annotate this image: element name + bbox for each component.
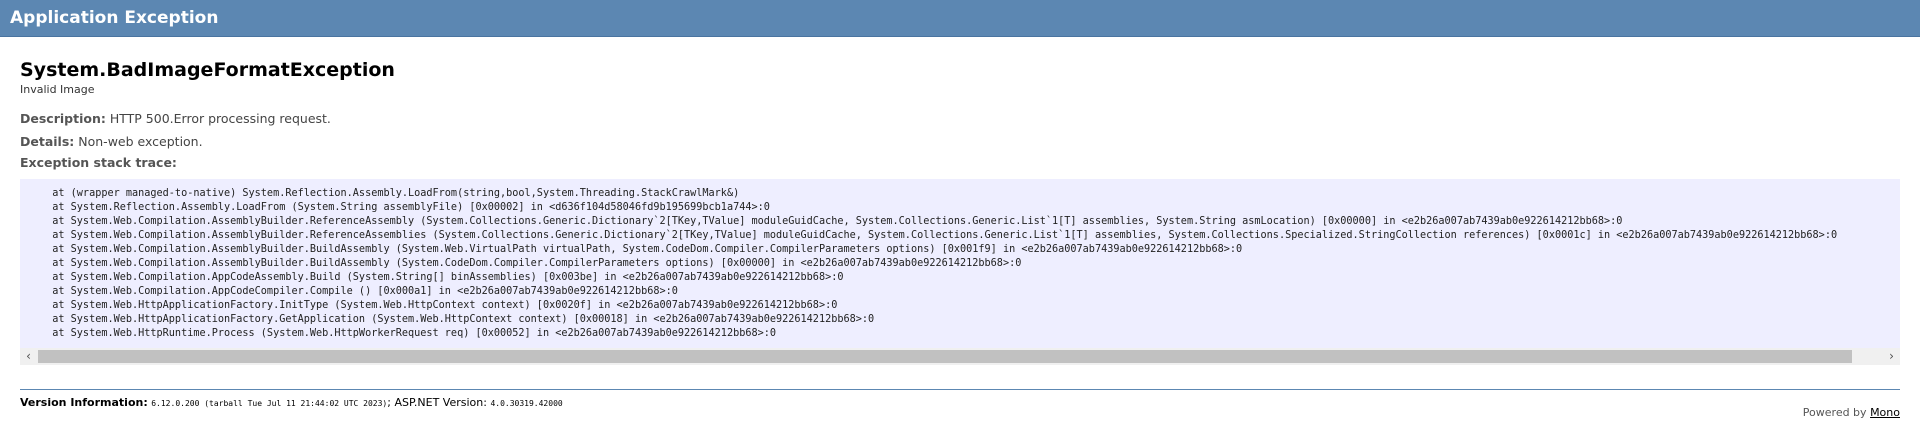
stack-trace-line: at (wrapper managed-to-native) System.Re…	[40, 188, 740, 199]
details-label: Details:	[20, 134, 75, 149]
stack-trace-line: at System.Web.HttpApplicationFactory.Ini…	[40, 300, 838, 311]
aspnet-version: 4.0.30319.42000	[490, 399, 563, 408]
powered-by: Powered by Mono	[1803, 406, 1900, 419]
stack-trace-line: at System.Web.Compilation.AppCodeAssembl…	[40, 272, 844, 283]
stack-trace-line: at System.Web.HttpApplicationFactory.Get…	[40, 314, 875, 325]
description-label: Description:	[20, 111, 106, 126]
stack-trace-box[interactable]: at (wrapper managed-to-native) System.Re…	[20, 179, 1900, 365]
details-text: Non-web exception.	[78, 134, 203, 149]
stack-trace-line: at System.Web.Compilation.AssemblyBuilde…	[40, 258, 1022, 269]
page-header: Application Exception	[0, 0, 1920, 37]
horizontal-scrollbar[interactable]: ‹ ›	[20, 348, 1900, 365]
description-text: HTTP 500.Error processing request.	[109, 111, 331, 126]
exception-message: Invalid Image	[20, 83, 95, 96]
version-information: Version Information: 6.12.0.200 (tarball…	[20, 395, 1900, 412]
stack-trace: at (wrapper managed-to-native) System.Re…	[20, 179, 1900, 341]
version-label: Version Information:	[20, 396, 148, 409]
divider	[20, 389, 1900, 390]
exception-type: System.BadImageFormatException	[20, 59, 395, 81]
stack-trace-label: Exception stack trace:	[20, 155, 177, 170]
stack-trace-line: at System.Reflection.Assembly.LoadFrom (…	[40, 202, 770, 213]
mono-link[interactable]: Mono	[1870, 406, 1900, 419]
scroll-left-icon[interactable]: ‹	[20, 348, 37, 365]
version-separator: ;	[387, 396, 391, 409]
stack-trace-line: at System.Web.Compilation.AssemblyBuilde…	[40, 216, 1623, 227]
scroll-right-icon[interactable]: ›	[1883, 348, 1900, 365]
scrollbar-thumb[interactable]	[38, 350, 1852, 363]
stack-trace-line: at System.Web.Compilation.AssemblyBuilde…	[40, 230, 1838, 241]
details-line: Details: Non-web exception.	[20, 130, 1900, 153]
header-title: Application Exception	[10, 8, 219, 28]
stack-trace-line: at System.Web.Compilation.AppCodeCompile…	[40, 286, 678, 297]
aspnet-version-label: ASP.NET Version:	[394, 396, 487, 409]
stack-trace-line: at System.Web.Compilation.AssemblyBuilde…	[40, 244, 1243, 255]
main-content: System.BadImageFormatException Invalid I…	[0, 58, 1920, 412]
stack-trace-line: at System.Web.HttpRuntime.Process (Syste…	[40, 328, 777, 339]
mono-version: 6.12.0.200 (tarball Tue Jul 11 21:44:02 …	[151, 399, 388, 408]
powered-by-text: Powered by	[1802, 406, 1867, 419]
description-line: Description: HTTP 500.Error processing r…	[20, 107, 1900, 130]
